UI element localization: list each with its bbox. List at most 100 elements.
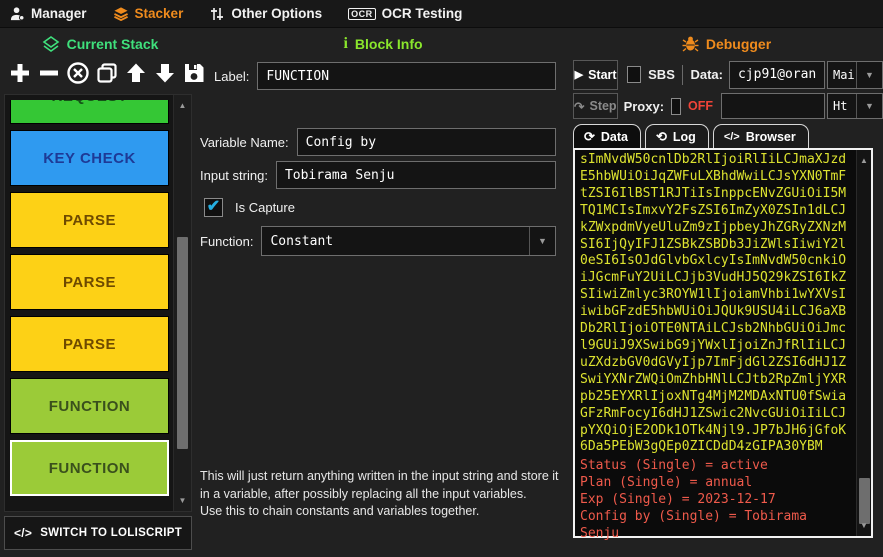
scroll-up-icon[interactable]: ▲ [857,156,871,165]
play-icon: ▶ [575,68,583,81]
step-button[interactable]: ↷ Step [573,93,618,119]
nav-ocr-testing[interactable]: OCR OCR Testing [348,6,462,21]
disable-block-icon[interactable] [64,58,91,88]
sbs-checkbox[interactable] [627,66,641,83]
stacker-app: Manager Stacker Other Options OCR OCR Te… [0,0,883,557]
tab-data[interactable]: ⟳ Data [573,124,641,149]
nav-ocr-testing-label: OCR Testing [382,6,463,21]
output-scrollbar-thumb[interactable] [859,478,870,524]
variable-name-row: Variable Name: [200,128,556,156]
proxy-input[interactable] [721,93,825,119]
tab-data-label: Data [601,130,628,144]
is-capture-checkbox[interactable]: ✔ [204,198,223,217]
scroll-up-icon[interactable]: ▲ [174,101,191,110]
input-string-input[interactable] [276,161,556,189]
top-nav-bar: Manager Stacker Other Options OCR OCR Te… [0,0,883,28]
function-select[interactable]: Constant ▼ [261,226,556,256]
stack-block-label: KEY CHECK [43,150,136,167]
stack-block-function-2-selected[interactable]: FUNCTION [10,440,169,496]
nav-other-options[interactable]: Other Options [209,6,322,21]
tab-browser-label: Browser [746,130,796,144]
scroll-down-icon[interactable]: ▼ [174,496,191,505]
switch-button-label: SWITCH TO LOLISCRIPT [40,527,182,539]
tab-browser[interactable]: </> Browser [713,124,809,149]
function-label: Function: [200,234,253,249]
switch-to-loliscript-button[interactable]: </> SWITCH TO LOLISCRIPT [4,516,192,550]
stack-block-parse-2[interactable]: PARSE [10,254,169,310]
history-icon: ⟲ [656,129,667,145]
sbs-label: SBS [648,67,675,82]
proxy-type-select[interactable]: Ht ▼ [827,93,883,119]
stack-toolbar [6,58,207,88]
debugger-header: Debugger [570,34,883,54]
block-info-header: i Block Info [196,34,570,54]
data-label: Data: [690,67,723,82]
code-icon: </> [14,526,32,540]
stack-icon [113,6,129,21]
stack-block-label: PARSE [63,212,116,229]
is-capture-row: ✔ Is Capture [204,198,295,217]
label-field-label: Label: [214,69,249,84]
stack-block-parse-1[interactable]: PARSE [10,192,169,248]
label-field-row: Label: [214,62,556,90]
stack-block-function-1[interactable]: FUNCTION [10,378,169,434]
nav-stacker-label: Stacker [135,6,184,21]
input-string-row: Input string: [200,161,556,189]
function-row: Function: Constant ▼ [200,226,556,256]
output-scrollbar[interactable]: ▲ ▼ [856,150,871,536]
stack-block-label: FUNCTION [49,398,131,415]
is-capture-label: Is Capture [235,200,295,215]
proxy-type-value: Ht [828,94,856,118]
proxy-checkbox[interactable] [671,98,681,115]
stack-block-keycheck[interactable]: KEY CHECK [10,130,169,186]
save-stack-icon[interactable] [180,58,207,88]
step-icon: ↷ [574,99,584,114]
add-block-icon[interactable] [6,58,33,88]
debugger-row-1: ▶ Start SBS Data: Mai ▼ [570,59,883,90]
debugger-title: Debugger [706,36,771,52]
chevron-down-icon: ▼ [529,227,555,255]
current-stack-title: Current Stack [67,36,159,52]
data-input[interactable] [729,61,825,89]
nav-manager[interactable]: Manager [10,6,87,21]
step-button-label: Step [589,99,616,113]
chevron-down-icon: ▼ [856,62,882,88]
chevron-down-icon: ▼ [856,94,882,118]
label-input[interactable] [257,62,556,90]
function-select-value: Constant [262,227,529,255]
block-info-title: Block Info [355,36,423,52]
nav-stacker[interactable]: Stacker [113,6,184,21]
variable-name-input[interactable] [297,128,556,156]
debugger-output-panel[interactable]: sImNvdW50cnlDb2RlIjoiRlIiLCJmaXJzd E5hbW… [573,148,873,538]
wordlist-type-value: Mai [828,62,856,88]
start-button[interactable]: ▶ Start [573,60,618,90]
clone-block-icon[interactable] [93,58,120,88]
remove-block-icon[interactable] [35,58,62,88]
move-up-icon[interactable] [122,58,149,88]
info-icon: i [343,35,347,53]
stack-block-label: PARSE [63,274,116,291]
wordlist-type-select[interactable]: Mai ▼ [827,61,883,89]
tab-log[interactable]: ⟲ Log [645,124,709,149]
variable-name-label: Variable Name: [200,135,289,150]
bug-icon [682,36,699,52]
tab-log-label: Log [673,130,696,144]
stack-list: REQUEST KEY CHECK PARSE PARSE PARSE FUNC… [5,95,173,511]
stack-block-request[interactable]: REQUEST [10,100,169,124]
stack-scrollbar[interactable]: ▲ ▼ [173,95,191,511]
proxy-label: Proxy: [624,99,664,114]
debugger-capture-data: Status (Single) = active Plan (Single) =… [580,458,853,543]
current-stack-header: Current Stack [0,34,200,54]
debugger-output-data: sImNvdW50cnlDb2RlIjoiRlIiLCJmaXJzd E5hbW… [580,152,853,456]
stack-block-label: REQUEST [51,100,127,105]
move-down-icon[interactable] [151,58,178,88]
stack-list-panel: REQUEST KEY CHECK PARSE PARSE PARSE FUNC… [4,94,192,512]
input-string-label: Input string: [200,168,268,183]
stack-block-label: FUNCTION [49,460,131,477]
stack-block-parse-3[interactable]: PARSE [10,316,169,372]
refresh-circle-icon: ⟳ [584,129,595,145]
start-button-label: Start [588,68,616,82]
stack-scrollbar-thumb[interactable] [177,237,188,449]
scroll-down-icon[interactable]: ▼ [857,521,871,530]
nav-other-options-label: Other Options [231,6,322,21]
